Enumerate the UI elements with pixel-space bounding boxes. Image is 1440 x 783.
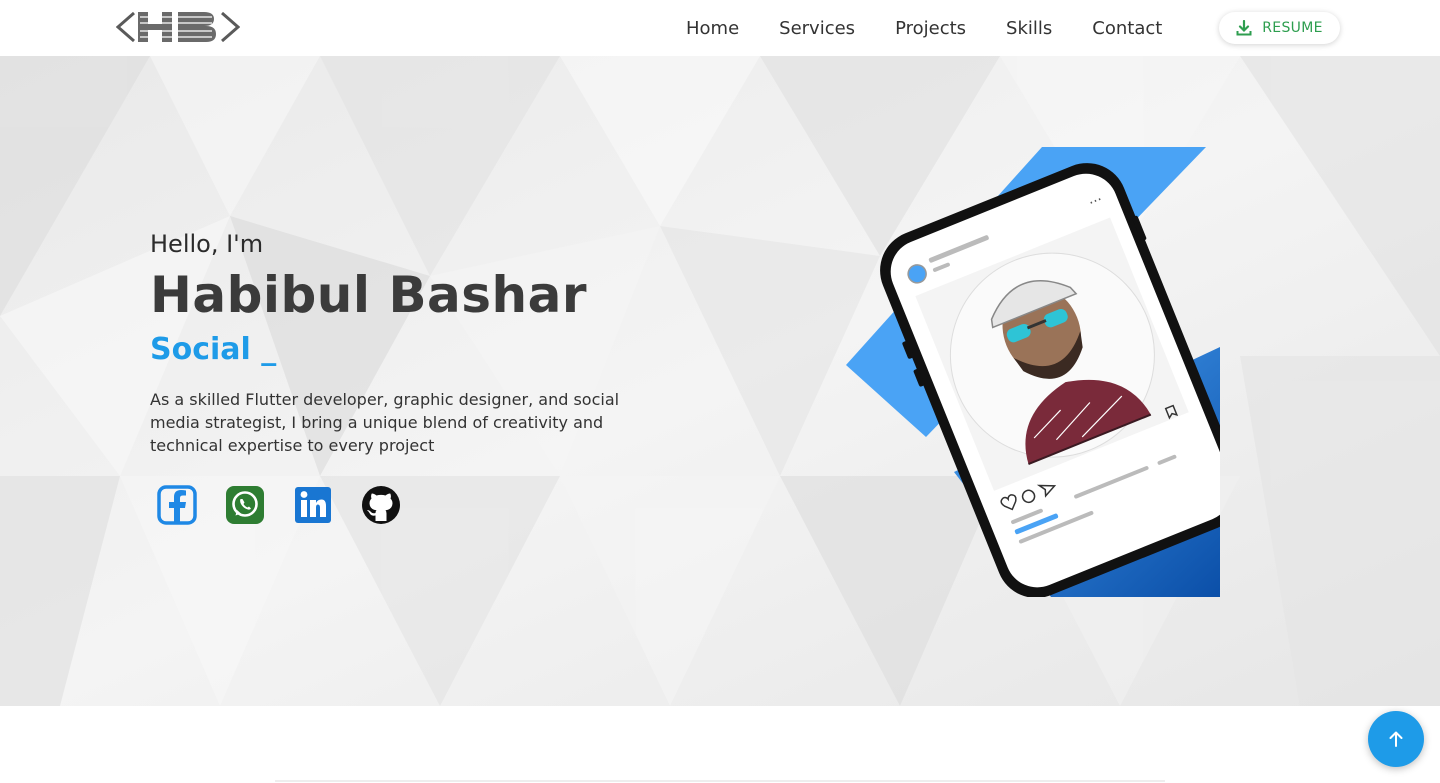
navbar: Home Services Projects Skills Contact RE… bbox=[0, 0, 1440, 56]
resume-button[interactable]: RESUME bbox=[1219, 12, 1340, 44]
hero-description: As a skilled Flutter developer, graphic … bbox=[150, 390, 620, 455]
arrow-up-icon bbox=[1389, 731, 1403, 747]
hero-section: Hello, I'm Habibul Bashar Social _ As a … bbox=[0, 56, 1440, 706]
nav-skills[interactable]: Skills bbox=[986, 18, 1072, 39]
whatsapp-icon[interactable] bbox=[224, 484, 266, 526]
social-links bbox=[156, 484, 402, 526]
nav-projects[interactable]: Projects bbox=[875, 18, 986, 39]
download-icon bbox=[1236, 20, 1252, 36]
linkedin-icon[interactable] bbox=[292, 484, 334, 526]
hero-greeting: Hello, I'm bbox=[150, 230, 264, 258]
nav-services[interactable]: Services bbox=[759, 18, 875, 39]
github-icon[interactable] bbox=[360, 484, 402, 526]
nav-contact[interactable]: Contact bbox=[1072, 18, 1182, 39]
section-divider bbox=[275, 780, 1165, 782]
resume-label: RESUME bbox=[1262, 20, 1323, 36]
hb-logo[interactable] bbox=[116, 9, 240, 45]
main-nav: Home Services Projects Skills Contact bbox=[666, 0, 1182, 56]
nav-home[interactable]: Home bbox=[666, 18, 759, 39]
scroll-to-top-button[interactable] bbox=[1368, 711, 1424, 767]
phone-profile-illustration: ... bbox=[846, 147, 1220, 597]
hero-typed-role: Social _ bbox=[150, 332, 277, 367]
hero-name: Habibul Bashar bbox=[150, 266, 588, 324]
facebook-icon[interactable] bbox=[156, 484, 198, 526]
geometric-background bbox=[0, 56, 1440, 706]
